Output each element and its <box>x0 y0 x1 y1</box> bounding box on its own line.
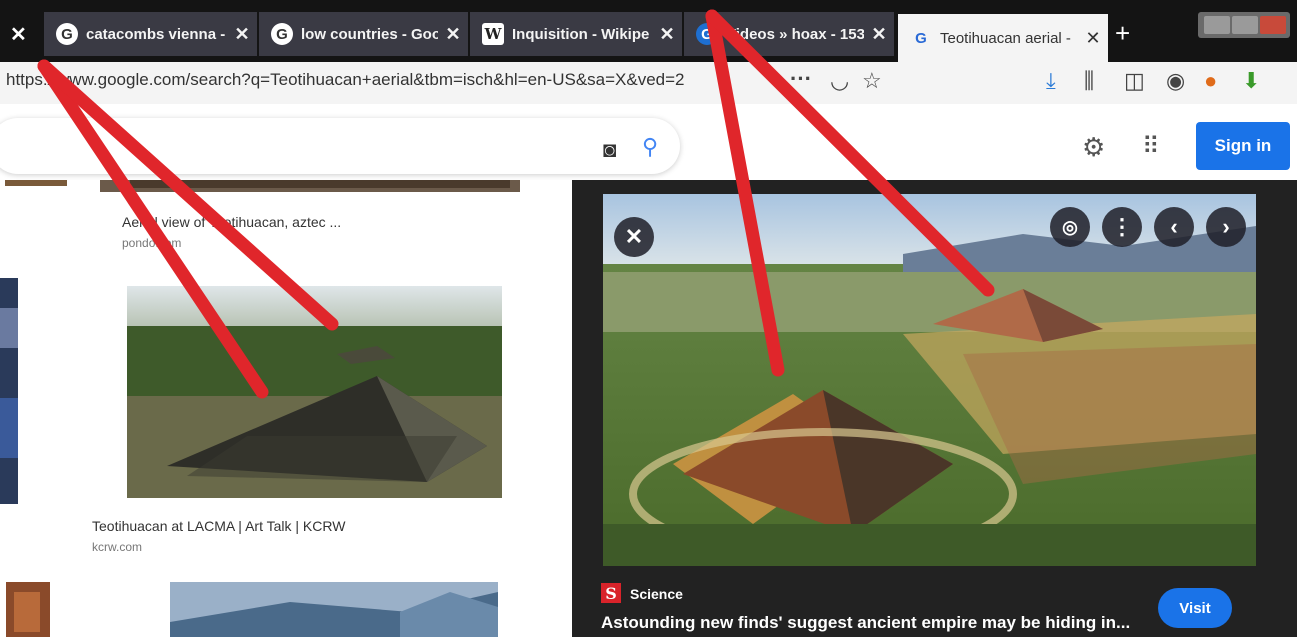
source-logo-icon: S <box>601 583 621 603</box>
tab-low-countries[interactable]: G low countries - Goo ✕ <box>259 12 468 56</box>
url-bar[interactable]: https://www.google.com/search?q=Teotihua… <box>6 70 685 90</box>
result-title[interactable]: Teotihuacan at LACMA | Art Talk | KCRW <box>92 518 345 534</box>
minimize-icon[interactable] <box>1204 16 1230 34</box>
tab-title: Inquisition - Wikipe <box>512 25 650 43</box>
preview-caption[interactable]: Astounding new finds' suggest ancient em… <box>601 613 1130 633</box>
more-options-button[interactable]: ⋮ <box>1102 207 1142 247</box>
result-thumbnail[interactable] <box>170 582 498 637</box>
download-icon[interactable]: ⤓ <box>1046 68 1056 94</box>
tab-title: Teotihuacan aerial - <box>940 29 1071 47</box>
result-thumbnail[interactable] <box>6 582 50 637</box>
google-favicon-icon: G <box>56 23 78 45</box>
bookmark-star-icon[interactable]: ☆ <box>862 68 882 94</box>
google-header: ◙ ⚲ ⚙ ⠿ <box>0 104 1297 180</box>
tab-teotihuacan-aerial[interactable]: G Teotihuacan aerial - ✕ <box>898 14 1108 62</box>
result-title[interactable]: Aerial view of Teotihuacan, aztec ... <box>122 214 341 230</box>
close-tab-icon[interactable]: ✕ <box>10 22 27 47</box>
result-thumbnail[interactable] <box>5 180 67 186</box>
tab-catacombs[interactable]: G catacombs vienna - ✕ <box>44 12 257 56</box>
search-icon[interactable]: ⚲ <box>642 134 658 160</box>
visit-button[interactable]: Visit <box>1158 588 1232 628</box>
sign-in-button[interactable]: Sign in <box>1196 122 1290 170</box>
result-thumbnail[interactable] <box>0 278 18 504</box>
extension-download-icon[interactable]: ⬇ <box>1242 68 1260 94</box>
sidebar-icon[interactable]: ◫ <box>1124 68 1145 94</box>
next-image-button[interactable]: › <box>1206 207 1246 247</box>
result-source: kcrw.com <box>92 540 143 554</box>
close-preview-button[interactable]: ✕ <box>614 217 654 257</box>
new-tab-icon[interactable]: + <box>1115 18 1130 49</box>
close-tab-icon[interactable]: ✕ <box>227 24 257 45</box>
close-tab-icon[interactable]: ✕ <box>438 24 468 45</box>
maximize-icon[interactable] <box>1232 16 1258 34</box>
search-input[interactable] <box>0 118 680 174</box>
result-thumbnail[interactable] <box>100 180 520 192</box>
navigation-bar: https://www.google.com/search?q=Teotihua… <box>0 62 1297 104</box>
close-tab-icon[interactable]: ✕ <box>652 24 682 45</box>
account-icon[interactable]: ◉ <box>1166 68 1185 94</box>
tab-bar: ✕ G catacombs vienna - ✕ G low countries… <box>0 0 1297 62</box>
tab-title: Videos » hoax - 153 <box>726 25 864 43</box>
tab-title: catacombs vienna - <box>86 25 226 43</box>
previous-image-button[interactable]: ‹ <box>1154 207 1194 247</box>
apps-grid-icon[interactable]: ⠿ <box>1142 132 1160 161</box>
pocket-icon[interactable]: ◡ <box>830 68 849 94</box>
settings-gear-icon[interactable]: ⚙ <box>1082 132 1105 163</box>
lens-search-button[interactable]: ◎ <box>1050 207 1090 247</box>
preview-image[interactable] <box>603 194 1256 566</box>
library-icon[interactable]: ⫼ <box>1084 68 1094 94</box>
close-tab-icon[interactable]: ✕ <box>864 24 894 45</box>
camera-search-icon[interactable]: ◙ <box>603 137 616 163</box>
close-tab-icon[interactable]: ✕ <box>1078 28 1108 49</box>
result-source: pondo.com <box>122 236 182 250</box>
tab-title: low countries - Goo <box>301 25 438 43</box>
tab-videos-hoax[interactable]: G Videos » hoax - 153 ✕ <box>684 12 894 56</box>
google-favicon-icon: G <box>915 29 927 47</box>
wikipedia-favicon-icon: W <box>482 23 504 45</box>
video-favicon-icon: G <box>696 23 718 45</box>
image-results: Aerial view of Teotihuacan, aztec ... po… <box>0 180 572 637</box>
window-close-icon[interactable] <box>1260 16 1286 34</box>
google-favicon-icon: G <box>271 23 293 45</box>
tab-inquisition[interactable]: W Inquisition - Wikipe ✕ <box>470 12 682 56</box>
page-actions-icon[interactable]: ··· <box>790 66 812 92</box>
extension-icon[interactable]: ● <box>1204 68 1217 94</box>
result-thumbnail[interactable] <box>127 286 502 498</box>
preview-source[interactable]: Science <box>630 586 683 602</box>
window-controls <box>1198 12 1290 38</box>
